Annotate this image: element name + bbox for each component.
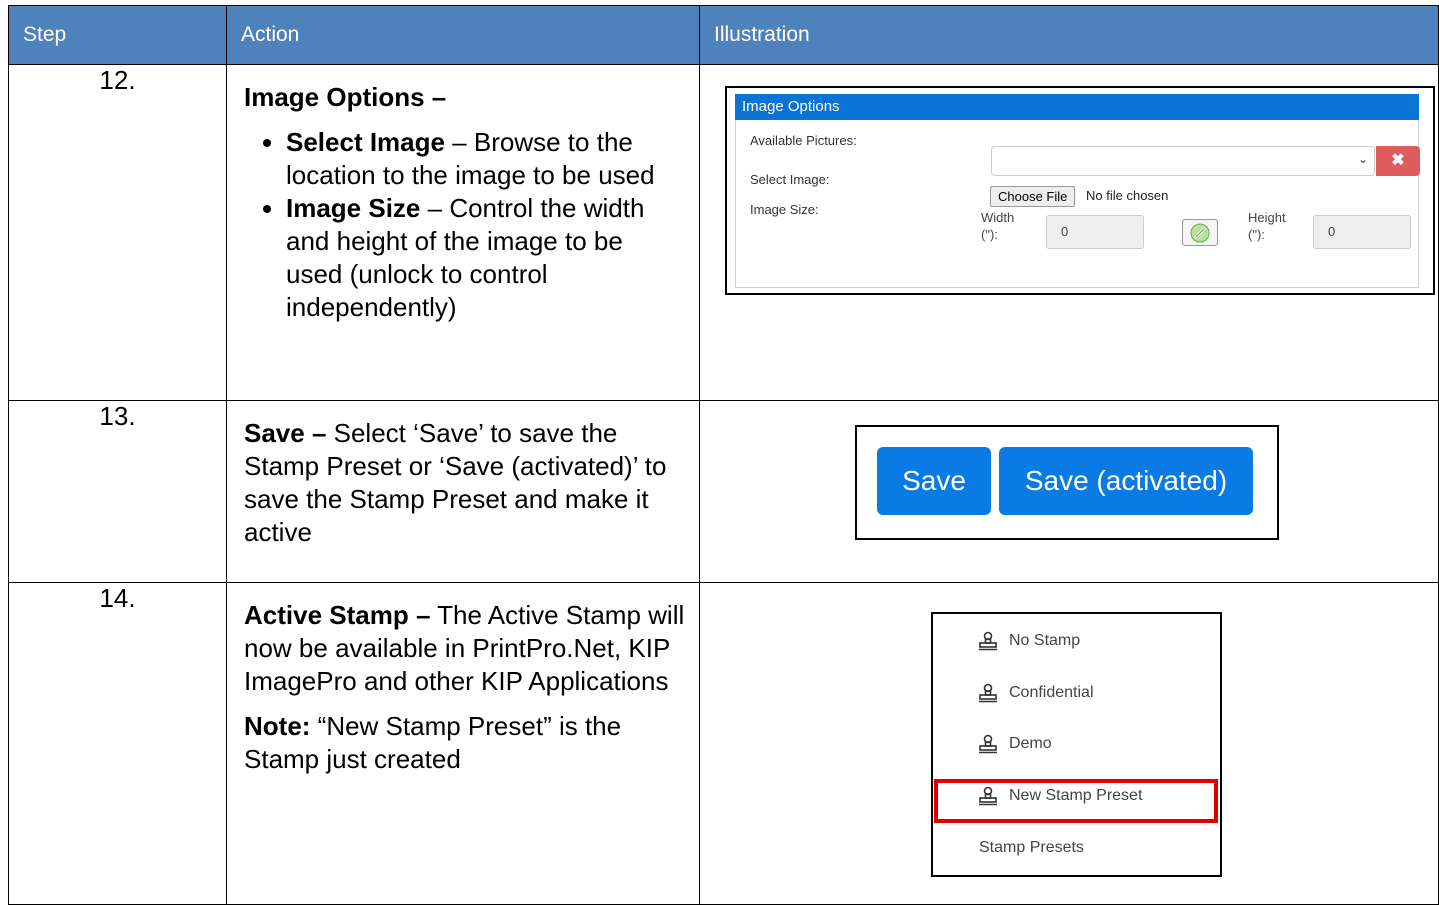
instruction-table: Step Action Illustration 12. Image Optio… xyxy=(8,5,1439,905)
panel-body: Available Pictures: ⌄ ✖ Select Image: Ch… xyxy=(735,120,1420,288)
action-bold: Active Stamp – xyxy=(244,600,431,630)
lock-aspect-button[interactable] xyxy=(1182,219,1218,246)
action-title: Image Options – xyxy=(244,82,447,112)
stamp-item-no-stamp[interactable]: No Stamp xyxy=(977,629,1080,653)
width-input[interactable]: 0 xyxy=(1046,215,1144,249)
clear-button[interactable]: ✖ xyxy=(1376,146,1420,176)
save-panel: Save Save (activated) xyxy=(855,425,1279,540)
select-image-label: Select Image: xyxy=(750,172,830,187)
no-file-text: No file chosen xyxy=(1086,188,1169,203)
list-item: Select Image – Browse to the location to… xyxy=(286,126,685,192)
header-step: Step xyxy=(8,5,227,65)
choose-file-button[interactable]: Choose File xyxy=(990,186,1076,207)
stamp-icon xyxy=(979,683,997,703)
action-cell: Active Stamp – The Active Stamp will now… xyxy=(226,582,700,905)
table-row: 12. Image Options – Select Image – Brows… xyxy=(8,64,1439,401)
save-activated-button[interactable]: Save (activated) xyxy=(999,447,1253,515)
step-number: 12. xyxy=(8,64,227,401)
highlight-box xyxy=(934,779,1218,823)
header-action: Action xyxy=(226,5,700,65)
available-pictures-label: Available Pictures: xyxy=(750,133,857,148)
save-button[interactable]: Save xyxy=(877,447,991,515)
header-illustration: Illustration xyxy=(699,5,1439,65)
illustration-cell: Save Save (activated) xyxy=(699,400,1439,583)
width-label: Width ("): xyxy=(981,210,1015,242)
height-label: Height ("): xyxy=(1248,210,1286,242)
step-number: 13. xyxy=(8,400,227,583)
stamp-presets-link[interactable]: Stamp Presets xyxy=(979,839,1084,857)
table-row: 13. Save – Select ‘Save’ to save the Sta… xyxy=(8,400,1439,583)
action-bold: Save – xyxy=(244,418,327,448)
bullet-list: Select Image – Browse to the location to… xyxy=(244,126,685,324)
stamp-item-confidential[interactable]: Confidential xyxy=(977,681,1094,705)
image-options-panel: Image Options Available Pictures: ⌄ ✖ Se… xyxy=(725,86,1435,295)
illustration-cell: Image Options Available Pictures: ⌄ ✖ Se… xyxy=(699,64,1439,401)
stamp-icon xyxy=(979,631,997,651)
close-icon: ✖ xyxy=(1391,152,1405,169)
stamp-menu: No Stamp Confidential Demo New Stamp Pre… xyxy=(931,612,1222,877)
available-pictures-select[interactable]: ⌄ xyxy=(991,146,1375,176)
step-number: 14. xyxy=(8,582,227,905)
table-header-row: Step Action Illustration xyxy=(8,5,1439,65)
table-row: 14. Active Stamp – The Active Stamp will… xyxy=(8,582,1439,905)
action-cell: Save – Select ‘Save’ to save the Stamp P… xyxy=(226,400,700,583)
height-input[interactable]: 0 xyxy=(1313,215,1411,249)
stamp-item-demo[interactable]: Demo xyxy=(977,732,1052,756)
action-cell: Image Options – Select Image – Browse to… xyxy=(226,64,700,401)
stamp-icon xyxy=(979,734,997,754)
panel-title: Image Options xyxy=(735,94,1419,120)
image-size-label: Image Size: xyxy=(750,202,819,217)
link-icon xyxy=(1190,223,1210,243)
chevron-down-icon: ⌄ xyxy=(1357,152,1368,166)
list-item: Image Size – Control the width and heigh… xyxy=(286,192,685,324)
note-label: Note: xyxy=(244,711,311,741)
illustration-cell: No Stamp Confidential Demo New Stamp Pre… xyxy=(699,582,1439,905)
